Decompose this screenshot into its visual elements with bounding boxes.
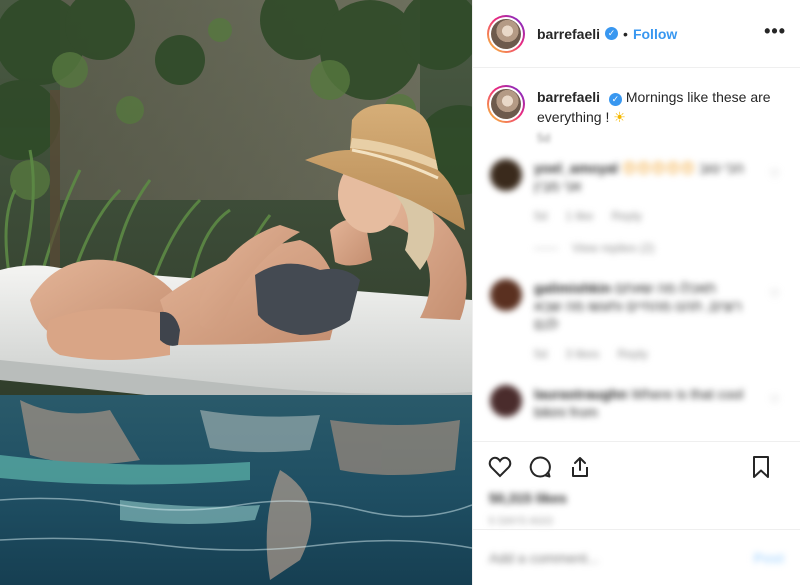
like-heart-icon[interactable] xyxy=(487,454,513,480)
comment-item: galimishkin תאכלו מה שאתם רוצים, תהנו מה… xyxy=(487,279,786,363)
comment-time[interactable]: 5d xyxy=(534,207,547,225)
more-options-icon[interactable]: ••• xyxy=(764,22,786,40)
comment-username[interactable]: laurastraughn xyxy=(534,386,627,402)
add-comment-bar: Post xyxy=(473,529,800,585)
view-replies-label: View replies (2) xyxy=(572,241,655,255)
add-comment-input[interactable] xyxy=(489,549,719,566)
follow-button[interactable]: Follow xyxy=(633,26,677,42)
post-comment-button[interactable]: Post xyxy=(754,550,784,566)
avatar-image xyxy=(491,18,521,49)
post-sidebar: barrefaeli ✓ • Follow ••• barrefaeli ✓ M… xyxy=(472,0,800,585)
caption-username[interactable]: barrefaeli xyxy=(537,89,600,105)
avatar[interactable] xyxy=(487,14,525,53)
comment-likes[interactable]: 1 like xyxy=(565,207,593,225)
like-comment-icon[interactable]: ♡ xyxy=(769,287,780,301)
caption: barrefaeli ✓ Mornings like these are eve… xyxy=(487,85,786,127)
replies-divider xyxy=(534,247,558,249)
like-comment-icon[interactable]: ♡ xyxy=(769,167,780,181)
verified-badge-icon: ✓ xyxy=(605,27,619,40)
share-icon[interactable] xyxy=(567,454,593,480)
reply-button[interactable]: Reply xyxy=(611,207,642,225)
likes-count[interactable]: 50,315 likes xyxy=(473,490,800,506)
post-actions: 50,315 likes 5 DAYS AGO Post xyxy=(473,441,800,585)
reply-button[interactable]: Reply xyxy=(617,345,648,363)
caption-avatar[interactable] xyxy=(487,85,525,123)
separator-dot: • xyxy=(623,25,628,42)
comments-list[interactable]: barrefaeli ✓ Mornings like these are eve… xyxy=(473,69,800,441)
comment-time[interactable]: 5d xyxy=(534,345,547,363)
action-icons xyxy=(473,442,800,492)
comment-bubble-icon[interactable] xyxy=(527,454,553,480)
verified-badge-icon: ✓ xyxy=(608,93,622,106)
comment-item: laurastraughn Where is that cool bikini … xyxy=(487,385,786,421)
comment-username[interactable]: yoel_amoyal xyxy=(534,160,618,176)
comment-avatar[interactable] xyxy=(490,279,522,311)
header-username[interactable]: barrefaeli xyxy=(537,26,600,42)
post-image xyxy=(0,0,472,585)
caption-text: barrefaeli ✓ Mornings like these are eve… xyxy=(537,85,782,127)
comment-likes[interactable]: 3 likes xyxy=(565,345,599,363)
like-comment-icon[interactable]: ♡ xyxy=(769,393,780,407)
caption-timestamp: 5d xyxy=(537,131,551,145)
bookmark-icon[interactable] xyxy=(748,454,774,480)
comment-emojis: 😍😍😍😍😍 xyxy=(621,160,695,176)
view-replies-button[interactable]: View replies (2) xyxy=(534,239,752,257)
comment-avatar[interactable] xyxy=(490,159,522,191)
comment-avatar[interactable] xyxy=(490,385,522,417)
sun-emoji-icon: ☀ xyxy=(613,109,626,125)
caption-avatar-image xyxy=(491,89,521,119)
comment-item: yoel_amoyal 😍😍😍😍😍 הכי טוב אני מבין 5d 1 … xyxy=(487,159,786,257)
post-header: barrefaeli ✓ • Follow ••• xyxy=(473,0,800,68)
post-timestamp: 5 DAYS AGO xyxy=(489,516,554,527)
comment-username[interactable]: galimishkin xyxy=(534,280,611,296)
post-photo[interactable] xyxy=(0,0,472,585)
